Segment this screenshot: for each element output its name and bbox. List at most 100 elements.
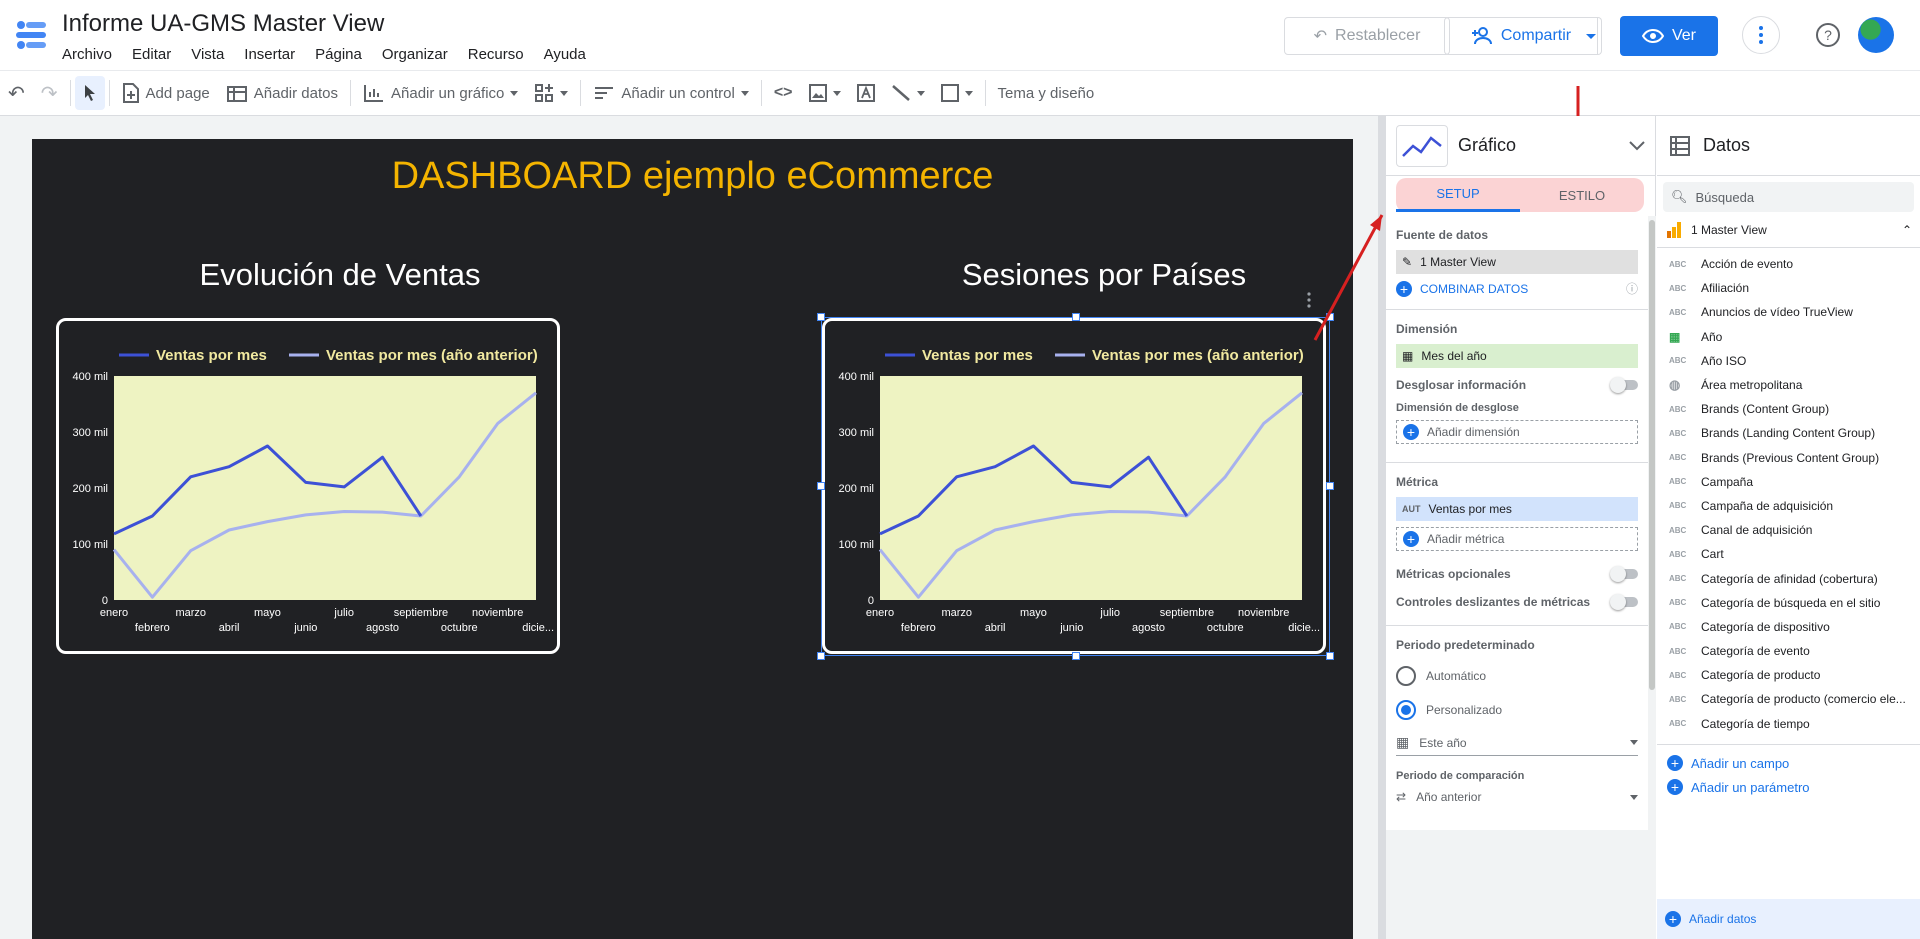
menu-vista[interactable]: Vista [191,46,224,63]
drilldown-toggle[interactable] [1610,377,1638,393]
add-parameter-label: Añadir un parámetro [1691,779,1810,795]
field-item[interactable]: ABC Canal de adquisición [1657,518,1920,542]
tab-style[interactable]: ESTILO [1520,178,1644,212]
collapse-icon[interactable]: ⌃ [1902,223,1912,237]
report-title[interactable]: Informe UA-GMS Master View [62,10,384,38]
props-scrollbar[interactable] [1648,216,1656,939]
dashboard-title[interactable]: DASHBOARD ejemplo eCommerce [32,155,1353,198]
shape-button[interactable] [933,76,981,110]
resize-handle[interactable] [1072,313,1080,321]
time-series-chart-1[interactable]: Ventas por mes Ventas por mes (año anteri… [56,318,560,654]
menu-ayuda[interactable]: Ayuda [544,46,586,63]
dimension-chip[interactable]: ▦ Mes del año [1396,344,1638,368]
chart-selection-frame [817,292,1334,660]
view-label: Ver [1671,27,1696,44]
field-item[interactable]: ABC Acción de evento [1657,252,1920,276]
chevron-down-icon[interactable] [1629,135,1645,156]
resize-handle[interactable] [1326,652,1334,660]
field-item[interactable]: ABC Brands (Content Group) [1657,397,1920,421]
text-button[interactable] [849,76,883,110]
field-name: Brands (Content Group) [1701,402,1830,417]
optional-metrics-toggle[interactable] [1610,566,1638,582]
data-source-row[interactable]: 1 Master View ⌃ [1657,212,1920,248]
add-metric-button[interactable]: + Añadir métrica [1396,527,1638,551]
select-tool-button[interactable] [74,76,105,110]
resize-handle[interactable] [817,482,825,490]
chart-type-selector[interactable] [1396,124,1448,167]
field-item[interactable]: ABC Campaña [1657,470,1920,494]
theme-layout-button[interactable]: Tema y diseño [990,76,1103,110]
text-type-icon: ABC [1669,501,1687,511]
add-control-button[interactable]: Añadir un control [585,76,756,110]
radio-custom[interactable]: Personalizado [1396,700,1638,720]
field-item[interactable]: ABC Categoría de dispositivo [1657,615,1920,639]
radio-button[interactable] [1396,666,1416,686]
metric-chip[interactable]: AUT Ventas por mes [1396,497,1638,521]
add-data-button[interactable]: Añadir datos [218,76,346,110]
field-item[interactable]: ABC Categoría de afinidad (cobertura) [1657,566,1920,590]
text-type-icon: ABC [1669,549,1687,559]
reset-button[interactable]: ↶ Restablecer [1284,17,1450,55]
undo-button[interactable]: ↶ [0,76,33,110]
field-item[interactable]: ABC Afiliación [1657,276,1920,300]
resize-handle[interactable] [817,313,825,321]
field-search-input[interactable]: 🔍︎ Búsqueda [1663,182,1914,212]
combine-data-button[interactable]: + COMBINAR DATOS ⓘ [1396,280,1638,297]
field-item[interactable]: ABC Cart [1657,542,1920,566]
embed-url-button[interactable]: <> [766,76,801,110]
resize-handle[interactable] [1326,482,1334,490]
menu-recurso[interactable]: Recurso [468,46,524,63]
props-header: Gráfico [1386,116,1655,176]
share-dropdown-button[interactable] [1580,17,1602,55]
field-item[interactable]: ABC Categoría de producto [1657,663,1920,687]
field-item[interactable]: ABC Categoría de tiempo [1657,712,1920,736]
add-field-button[interactable]: + Añadir un campo [1657,751,1920,775]
view-button[interactable]: Ver [1620,16,1718,56]
field-item[interactable]: ABC Categoría de producto (comercio ele..… [1657,687,1920,711]
more-options-button[interactable] [1742,16,1780,54]
menu-editar[interactable]: Editar [132,46,171,63]
help-icon[interactable]: ? [1815,22,1841,48]
radio-button-selected[interactable] [1396,700,1416,720]
community-viz-button[interactable] [526,76,576,110]
chart-title-2[interactable]: Sesiones por Países [854,257,1354,293]
add-page-button[interactable]: Add page [114,76,218,110]
line-button[interactable] [883,76,933,110]
add-data-footer-button[interactable]: + Añadir datos [1657,899,1920,939]
radio-auto[interactable]: Automático [1396,666,1638,686]
field-item[interactable]: ABC Año ISO [1657,349,1920,373]
menu-pagina[interactable]: Página [315,46,362,63]
menu-insertar[interactable]: Insertar [244,46,295,63]
scrollbar-thumb[interactable] [1649,220,1655,690]
field-item[interactable]: ABC Anuncios de vídeo TrueView [1657,300,1920,324]
tab-setup[interactable]: SETUP [1396,178,1520,212]
resize-handle[interactable] [1072,652,1080,660]
field-item[interactable]: ABC Campaña de adquisición [1657,494,1920,518]
chart-title-1[interactable]: Evolución de Ventas [90,257,590,293]
x-tick-label: abril [219,622,240,634]
field-item[interactable]: ABC Brands (Landing Content Group) [1657,421,1920,445]
add-parameter-button[interactable]: + Añadir un parámetro [1657,775,1920,799]
help-icon[interactable]: ⓘ [1626,280,1638,297]
menu-archivo[interactable]: Archivo [62,46,112,63]
data-source-chip[interactable]: ✎ 1 Master View [1396,250,1638,274]
image-button[interactable] [801,76,849,110]
field-item[interactable]: ▦ Año [1657,325,1920,349]
comparison-select[interactable]: ⇄ Año anterior [1396,790,1638,804]
resize-handle[interactable] [817,652,825,660]
menu-organizar[interactable]: Organizar [382,46,448,63]
field-item[interactable]: ◍ Área metropolitana [1657,373,1920,397]
share-button[interactable]: Compartir [1444,17,1598,55]
add-dimension-button[interactable]: + Añadir dimensión [1396,420,1638,444]
add-chart-button[interactable]: Añadir un gráfico [355,76,526,110]
looker-studio-logo[interactable] [14,18,48,52]
line-icon [891,85,910,101]
field-item[interactable]: ABC Categoría de evento [1657,639,1920,663]
avatar[interactable] [1858,17,1894,53]
date-range-select[interactable]: ▦ Este año [1396,734,1638,756]
metric-sliders-toggle[interactable] [1610,594,1638,610]
field-item[interactable]: ABC Brands (Previous Content Group) [1657,446,1920,470]
redo-button[interactable]: ↷ [33,76,66,110]
report-canvas[interactable]: DASHBOARD ejemplo eCommerce Evolución de… [32,139,1353,939]
field-item[interactable]: ABC Categoría de búsqueda en el sitio [1657,591,1920,615]
